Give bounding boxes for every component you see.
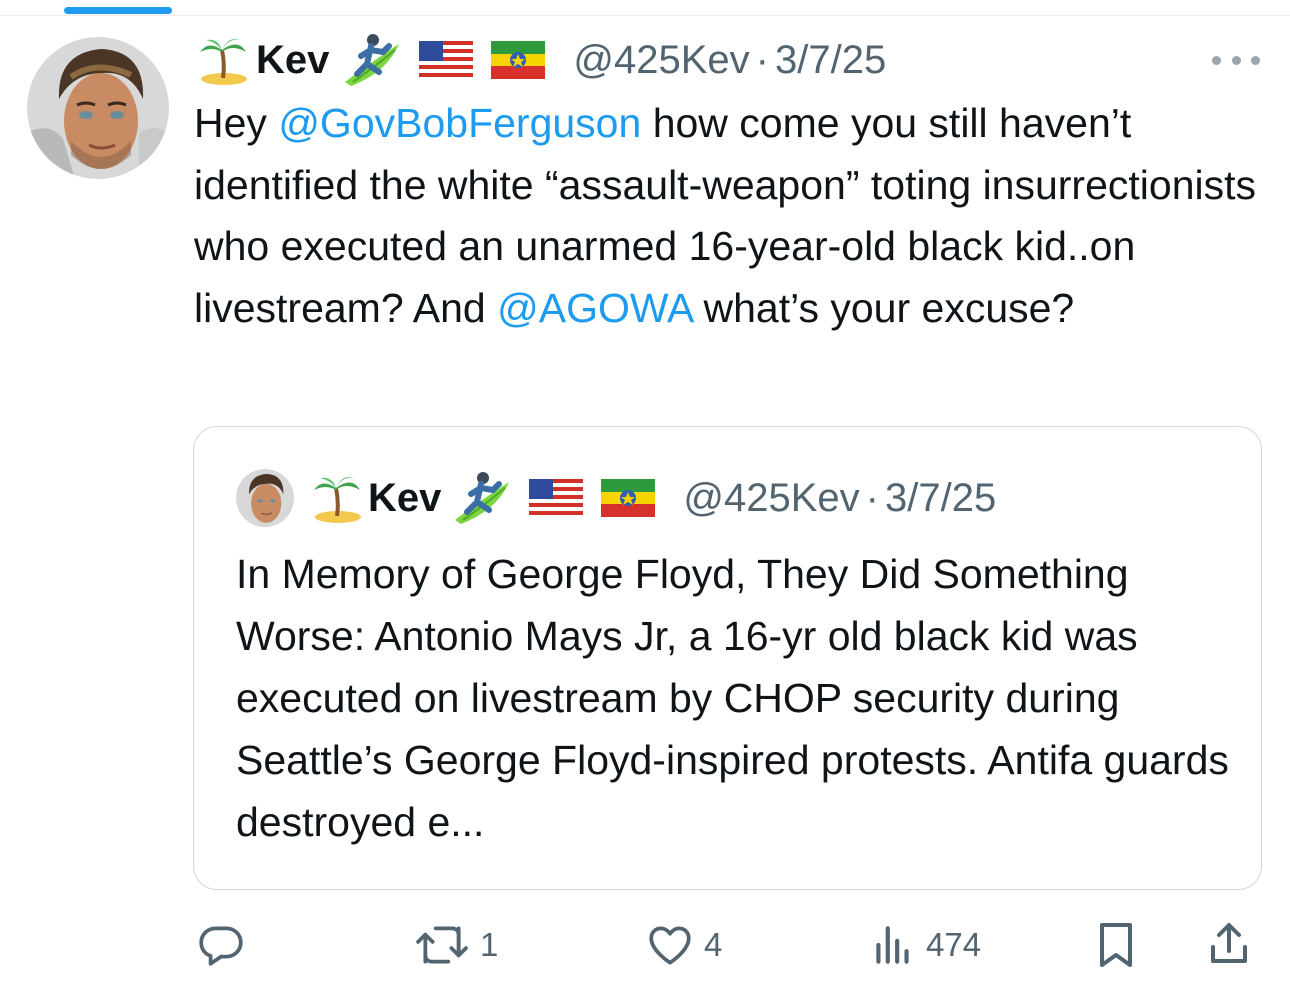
ethiopia-flag-emoji bbox=[491, 41, 546, 79]
like-icon bbox=[649, 926, 691, 965]
mention-link[interactable]: @GovBobFerguson bbox=[278, 100, 641, 146]
avatar[interactable] bbox=[27, 37, 169, 179]
avatar-image bbox=[27, 37, 169, 179]
ethiopia-flag-emoji bbox=[601, 479, 656, 517]
author-name[interactable]: Kev bbox=[256, 38, 329, 83]
avatar-image bbox=[236, 469, 294, 527]
palm-tree-island-emoji bbox=[312, 472, 364, 524]
separator-dot: · bbox=[755, 37, 769, 82]
retweet-count: 1 bbox=[480, 926, 499, 963]
views-count: 474 bbox=[926, 926, 982, 963]
us-flag-emoji bbox=[529, 479, 584, 517]
retweet-button[interactable]: 1 bbox=[412, 915, 498, 975]
views-button[interactable]: 474 bbox=[868, 915, 981, 975]
quoted-tweet-header: Kev @425Kev · 3/7/25 bbox=[312, 470, 996, 526]
separator-dot: · bbox=[865, 475, 879, 520]
palm-tree-island-emoji bbox=[198, 34, 250, 86]
reply-button[interactable] bbox=[196, 915, 254, 975]
surfer-emoji bbox=[343, 32, 401, 88]
quoted-tweet-text: In Memory of George Floyd, They Did Some… bbox=[236, 551, 1229, 845]
like-count: 4 bbox=[704, 926, 723, 963]
tweet-text-part: what’s your excuse? bbox=[692, 284, 1075, 331]
quoted-avatar[interactable] bbox=[236, 469, 294, 527]
us-flag-emoji bbox=[419, 41, 474, 79]
top-divider bbox=[0, 15, 1290, 16]
tweet-date[interactable]: 3/7/25 bbox=[775, 38, 886, 83]
retweet-icon bbox=[416, 926, 468, 964]
share-button[interactable] bbox=[1204, 915, 1254, 975]
surfer-emoji bbox=[453, 470, 511, 526]
bookmark-button[interactable] bbox=[1092, 915, 1140, 975]
action-bar: 1 4 474 bbox=[0, 915, 1290, 975]
tweet-text-part: Hey bbox=[194, 100, 279, 146]
reply-icon bbox=[199, 926, 243, 966]
bookmark-icon bbox=[1100, 923, 1132, 967]
quoted-author-name: Kev bbox=[368, 475, 442, 520]
more-dot bbox=[1231, 55, 1241, 65]
quoted-tweet-date: 3/7/25 bbox=[885, 475, 997, 520]
views-icon bbox=[876, 926, 909, 964]
more-dot bbox=[1251, 55, 1260, 65]
tweet-text: Hey @GovBobFerguson how come you still h… bbox=[194, 93, 1264, 339]
more-dot bbox=[1212, 55, 1221, 65]
tweet-header: Kev @425Kev · 3/7/25 bbox=[198, 30, 886, 90]
like-button[interactable]: 4 bbox=[644, 915, 722, 975]
quoted-author-handle: @425Kev bbox=[683, 475, 860, 520]
share-icon bbox=[1211, 923, 1247, 963]
author-handle[interactable]: @425Kev bbox=[573, 38, 749, 83]
more-icon[interactable] bbox=[1212, 48, 1260, 72]
tab-indicator bbox=[64, 7, 172, 14]
mention-link[interactable]: @AGOWA bbox=[497, 285, 692, 331]
